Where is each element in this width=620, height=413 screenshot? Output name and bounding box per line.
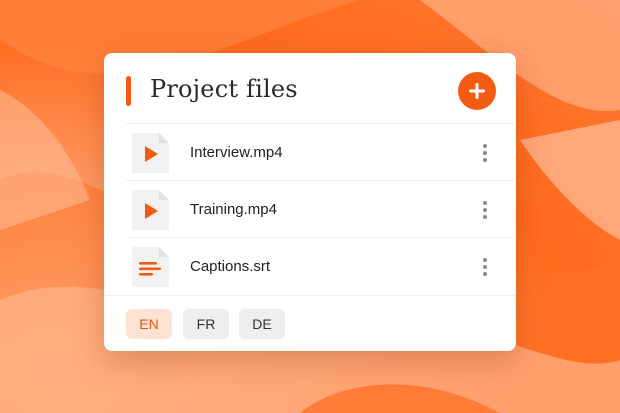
file-row[interactable]: Interview.mp4 (126, 123, 514, 180)
more-vertical-icon (483, 201, 487, 205)
plus-icon (469, 83, 485, 99)
more-vertical-icon (483, 144, 487, 148)
file-name: Interview.mp4 (190, 144, 283, 161)
panel-title: Project files (150, 75, 298, 103)
file-name: Training.mp4 (190, 201, 277, 218)
subtitle-file-icon (129, 245, 171, 289)
more-options-button[interactable] (476, 140, 494, 166)
more-options-button[interactable] (476, 197, 494, 223)
language-button-en[interactable]: EN (126, 309, 172, 339)
video-file-icon (129, 131, 171, 175)
language-button-fr[interactable]: FR (183, 309, 229, 339)
more-options-button[interactable] (476, 254, 494, 280)
file-name: Captions.srt (190, 258, 271, 275)
project-files-panel: Project files Interview.mp4 Training.mp4… (104, 53, 516, 351)
header-accent-bar (126, 76, 131, 106)
panel-header: Project files (104, 53, 516, 123)
more-vertical-icon (483, 258, 487, 262)
file-row[interactable]: Captions.srt (126, 237, 514, 294)
video-file-icon (129, 188, 171, 232)
language-selector: EN FR DE (104, 295, 516, 351)
file-row[interactable]: Training.mp4 (126, 180, 514, 237)
language-button-de[interactable]: DE (239, 309, 285, 339)
add-file-button[interactable] (458, 72, 496, 110)
